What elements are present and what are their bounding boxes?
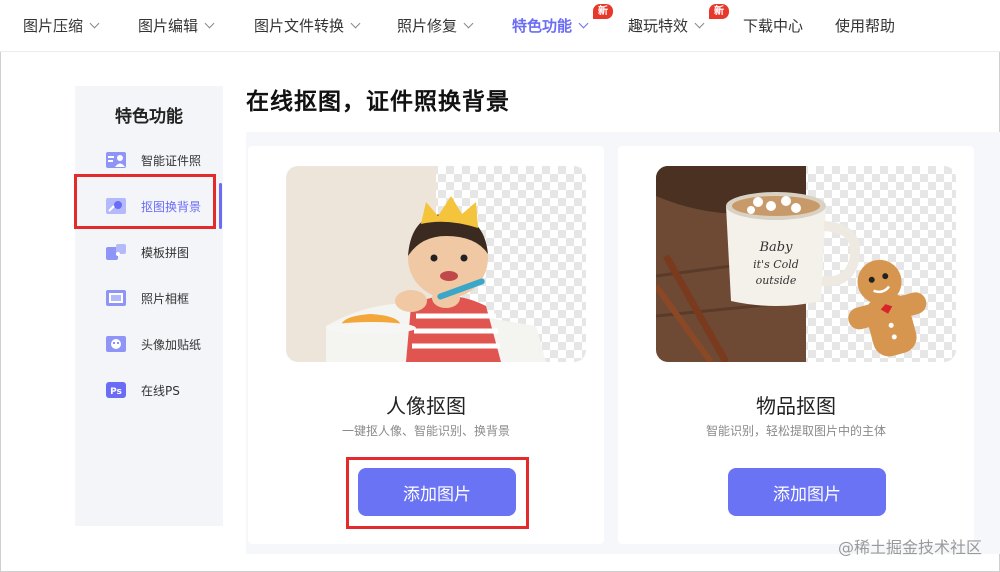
card-subtitle: 智能识别，轻松提取图片中的主体 — [705, 424, 886, 438]
card-title: 物品抠图 — [756, 394, 836, 418]
chevron-down-icon — [463, 18, 474, 28]
chevron-down-icon — [578, 18, 589, 28]
active-indicator — [219, 183, 222, 229]
nav-item-download-center[interactable]: 下载中心 — [743, 15, 803, 36]
page-title: 在线抠图，证件照换背景 — [246, 89, 510, 115]
sticker-icon — [106, 336, 126, 352]
nav-label: 下载中心 — [743, 17, 804, 35]
svg-text:it's Cold: it's Cold — [753, 258, 799, 271]
card-object-cutout: Baby it's Cold outside 物品抠图 智能识别，轻松提取图片中… — [618, 146, 974, 544]
highlight-box-button — [346, 457, 529, 529]
watermark: @稀土掘金技术社区 — [837, 538, 982, 557]
id-photo-icon — [106, 152, 126, 168]
sidebar-item-label: 智能证件照 — [141, 153, 202, 168]
sidebar-item-photo-frame[interactable]: 照片相框 — [75, 280, 223, 316]
sidebar-item-online-ps[interactable]: Ps 在线PS — [75, 372, 223, 408]
highlight-box-sidebar — [74, 174, 216, 229]
nav-label: 图片编辑 — [138, 17, 199, 35]
nav-label: 趣玩特效 — [628, 17, 689, 35]
sidebar: 特色功能 智能证件照 抠图换背景 模板拼图 照片相框 头像加贴纸 Ps 在线PS — [75, 86, 223, 526]
nav-item-help[interactable]: 使用帮助 — [835, 15, 895, 36]
puzzle-icon — [106, 244, 126, 260]
chevron-down-icon — [350, 18, 361, 28]
nav-label: 图片压缩 — [23, 17, 84, 35]
new-badge: 新 — [709, 4, 729, 19]
chevron-down-icon — [204, 18, 215, 28]
nav-item-featured[interactable]: 特色功能 — [512, 15, 589, 36]
nav-label: 特色功能 — [512, 17, 573, 35]
portrait-sample-image — [286, 166, 586, 362]
svg-text:Ps: Ps — [110, 387, 122, 397]
sidebar-item-id-photo[interactable]: 智能证件照 — [75, 142, 223, 178]
nav-item-image-edit[interactable]: 图片编辑 — [138, 15, 215, 36]
svg-text:outside: outside — [756, 274, 797, 287]
photo-frame-icon — [106, 290, 126, 306]
sidebar-item-label: 在线PS — [141, 383, 180, 398]
object-sample-image: Baby it's Cold outside — [656, 166, 956, 362]
sidebar-item-label: 照片相框 — [141, 291, 190, 306]
chevron-down-icon — [89, 18, 100, 28]
sidebar-title: 特色功能 — [115, 107, 183, 127]
nav-label: 照片修复 — [397, 17, 458, 35]
nav-item-image-compress[interactable]: 图片压缩 — [23, 15, 100, 36]
chevron-down-icon — [694, 18, 705, 28]
nav-label: 图片文件转换 — [254, 17, 345, 35]
card-subtitle: 一键抠人像、智能识别、换背景 — [341, 424, 510, 438]
card-title: 人像抠图 — [386, 394, 466, 418]
add-image-button[interactable]: 添加图片 — [728, 468, 886, 516]
top-navigation: 图片压缩 图片编辑 图片文件转换 照片修复 特色功能 新 趣玩特效 新 下载中心… — [0, 0, 1000, 52]
sidebar-item-label: 模板拼图 — [141, 245, 190, 260]
nav-item-fun-effects[interactable]: 趣玩特效 — [628, 15, 705, 36]
ps-icon: Ps — [106, 382, 126, 398]
sidebar-item-template-puzzle[interactable]: 模板拼图 — [75, 234, 223, 270]
nav-item-photo-repair[interactable]: 照片修复 — [397, 15, 474, 36]
new-badge: 新 — [593, 4, 613, 19]
svg-text:Baby: Baby — [759, 240, 794, 255]
sidebar-item-label: 头像加贴纸 — [141, 337, 202, 352]
nav-item-image-convert[interactable]: 图片文件转换 — [254, 15, 361, 36]
sidebar-item-avatar-sticker[interactable]: 头像加贴纸 — [75, 326, 223, 362]
nav-label: 使用帮助 — [835, 17, 896, 35]
